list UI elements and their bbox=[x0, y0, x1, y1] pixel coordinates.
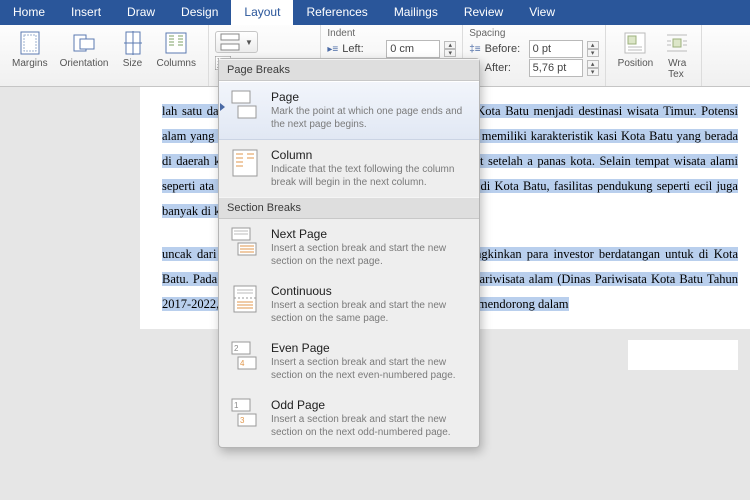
break-next-page-title: Next Page bbox=[271, 227, 469, 241]
spacing-header: Spacing bbox=[469, 28, 505, 39]
indent-left-icon: ▸≡ bbox=[327, 44, 338, 55]
position-label: Position bbox=[618, 58, 654, 69]
orientation-button[interactable]: Orientation bbox=[54, 29, 115, 71]
columns-icon bbox=[164, 31, 188, 55]
margins-button[interactable]: Margins bbox=[6, 29, 54, 71]
wrap-text-label: Wra Tex bbox=[668, 58, 686, 80]
svg-text:2: 2 bbox=[234, 344, 239, 353]
break-odd-page-title: Odd Page bbox=[271, 398, 469, 412]
tab-design[interactable]: Design bbox=[168, 0, 231, 25]
break-next-page-icon bbox=[229, 227, 261, 257]
break-even-page-item[interactable]: 24 Even Page Insert a section break and … bbox=[219, 333, 479, 390]
break-continuous-desc: Insert a section break and start the new… bbox=[271, 300, 469, 325]
margins-label: Margins bbox=[12, 58, 48, 69]
position-button[interactable]: Position bbox=[612, 29, 660, 71]
wrap-text-icon bbox=[665, 31, 689, 55]
tab-view[interactable]: View bbox=[516, 0, 568, 25]
spacing-before-icon: ‡≡ bbox=[469, 44, 480, 55]
break-page-item[interactable]: Page Mark the point at which one page en… bbox=[219, 81, 479, 140]
break-even-page-desc: Insert a section break and start the new… bbox=[271, 357, 469, 382]
break-odd-page-item[interactable]: 13 Odd Page Insert a section break and s… bbox=[219, 390, 479, 447]
breaks-dropdown: Page Breaks Page Mark the point at which… bbox=[218, 58, 480, 448]
size-icon bbox=[121, 31, 145, 55]
group-spacing: Spacing ‡≡ Before: 0 pt ▴▾ ≡‡ After: 5,7… bbox=[463, 25, 605, 86]
spacing-after-spinner[interactable]: ▴▾ bbox=[587, 60, 599, 76]
section-breaks-header: Section Breaks bbox=[219, 197, 479, 219]
size-button[interactable]: Size bbox=[115, 29, 151, 71]
breaks-button[interactable]: ▼ bbox=[215, 31, 258, 53]
size-label: Size bbox=[123, 58, 142, 69]
tab-strip: Home Insert Draw Design Layout Reference… bbox=[0, 0, 750, 25]
spacing-after-input[interactable]: 5,76 pt bbox=[529, 59, 583, 77]
indent-header: Indent bbox=[327, 28, 355, 39]
menu-indicator-arrow bbox=[220, 103, 225, 111]
svg-text:3: 3 bbox=[240, 416, 245, 425]
break-continuous-item[interactable]: Continuous Insert a section break and st… bbox=[219, 276, 479, 333]
spacing-before-label: Before: bbox=[485, 43, 525, 55]
break-page-icon bbox=[229, 90, 261, 120]
svg-text:1: 1 bbox=[234, 401, 239, 410]
break-column-title: Column bbox=[271, 148, 469, 162]
break-continuous-title: Continuous bbox=[271, 284, 469, 298]
orientation-icon bbox=[72, 31, 96, 55]
tab-insert[interactable]: Insert bbox=[58, 0, 114, 25]
spacing-before-spinner[interactable]: ▴▾ bbox=[587, 41, 599, 57]
group-arrange: Position Wra Tex bbox=[606, 25, 703, 86]
break-column-item[interactable]: Column Indicate that the text following … bbox=[219, 140, 479, 197]
tab-layout[interactable]: Layout bbox=[231, 0, 293, 25]
break-column-desc: Indicate that the text following the col… bbox=[271, 164, 469, 189]
tab-review[interactable]: Review bbox=[451, 0, 516, 25]
break-next-page-item[interactable]: Next Page Insert a section break and sta… bbox=[219, 219, 479, 276]
breaks-icon bbox=[220, 33, 240, 51]
columns-label: Columns bbox=[157, 58, 196, 69]
break-page-desc: Mark the point at which one page ends an… bbox=[271, 106, 469, 131]
break-next-page-desc: Insert a section break and start the new… bbox=[271, 243, 469, 268]
tab-references[interactable]: References bbox=[293, 0, 380, 25]
break-page-title: Page bbox=[271, 90, 469, 104]
tab-draw[interactable]: Draw bbox=[114, 0, 168, 25]
tab-home[interactable]: Home bbox=[0, 0, 58, 25]
unselected-gap bbox=[628, 340, 738, 370]
indent-left-spinner[interactable]: ▴▾ bbox=[444, 41, 456, 57]
indent-left-input[interactable]: 0 cm bbox=[386, 40, 440, 58]
wrap-text-button[interactable]: Wra Tex bbox=[659, 29, 695, 82]
columns-button[interactable]: Columns bbox=[151, 29, 202, 71]
margins-icon bbox=[18, 31, 42, 55]
position-icon bbox=[623, 31, 647, 55]
spacing-after-label: After: bbox=[485, 62, 525, 74]
indent-left-label: Left: bbox=[342, 43, 382, 55]
break-even-page-icon: 24 bbox=[229, 341, 261, 371]
page-breaks-header: Page Breaks bbox=[219, 59, 479, 81]
spacing-before-input[interactable]: 0 pt bbox=[529, 40, 583, 58]
tab-mailings[interactable]: Mailings bbox=[381, 0, 451, 25]
orientation-label: Orientation bbox=[60, 58, 109, 69]
svg-text:4: 4 bbox=[240, 359, 245, 368]
break-column-icon bbox=[229, 148, 261, 178]
break-odd-page-desc: Insert a section break and start the new… bbox=[271, 414, 469, 439]
group-page-setup: Margins Orientation Size Columns bbox=[0, 25, 209, 86]
break-even-page-title: Even Page bbox=[271, 341, 469, 355]
break-odd-page-icon: 13 bbox=[229, 398, 261, 428]
break-continuous-icon bbox=[229, 284, 261, 314]
chevron-down-icon: ▼ bbox=[245, 38, 253, 47]
